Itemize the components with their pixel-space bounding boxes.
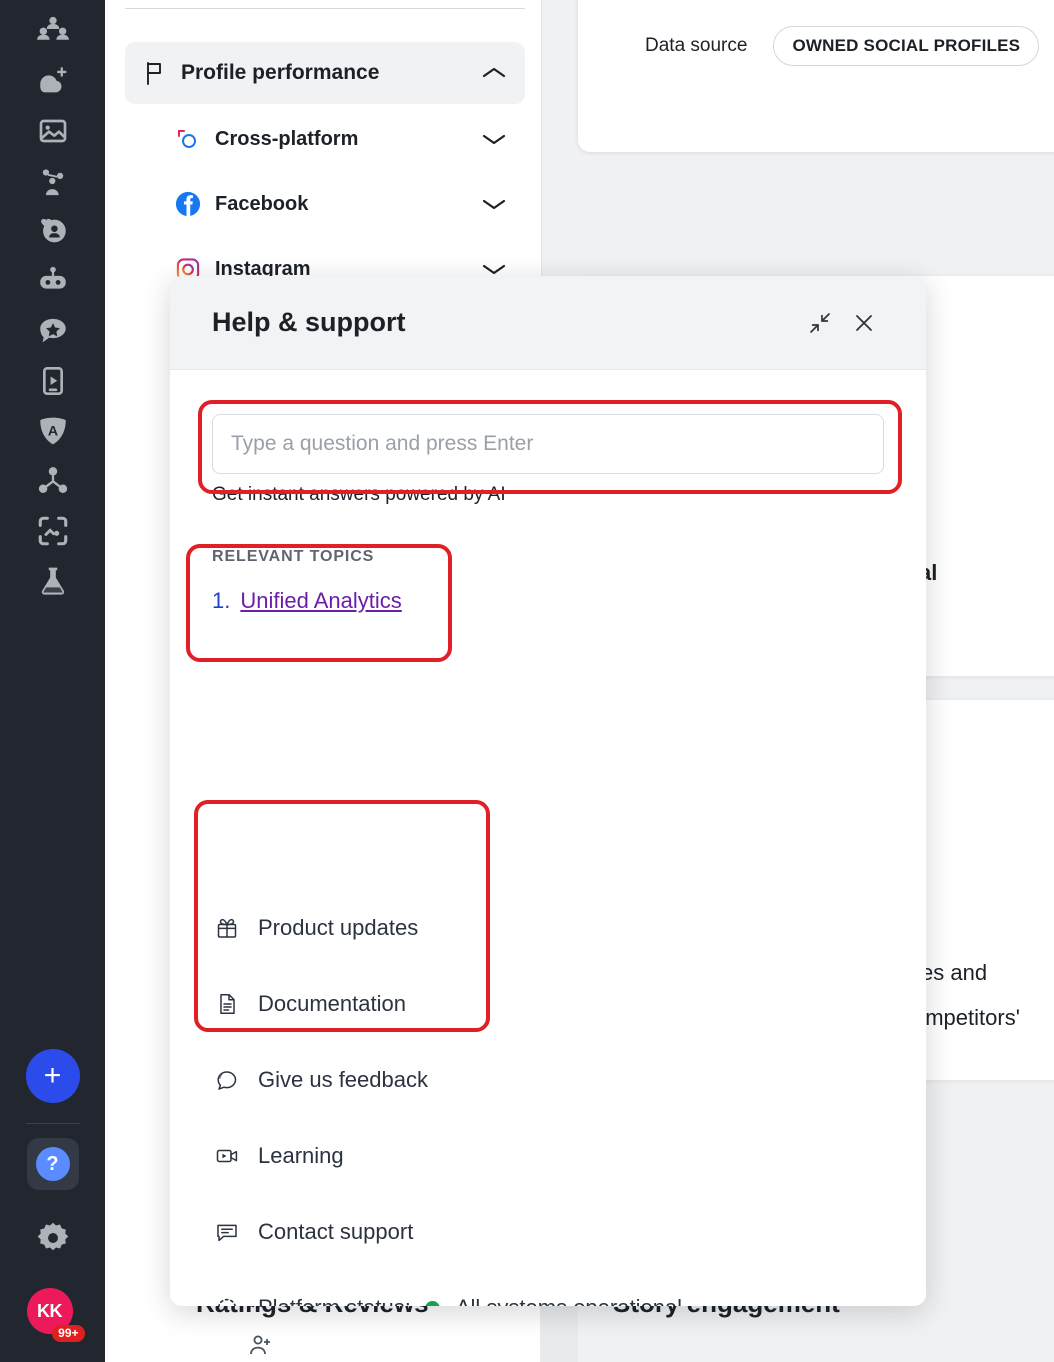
- community-icon[interactable]: [28, 6, 78, 56]
- sidebar-item-label: Facebook: [215, 192, 309, 215]
- engagement-heart-icon[interactable]: [28, 206, 78, 256]
- speech-bubble-icon: [212, 1068, 242, 1092]
- search-caption: Get instant answers powered by AI: [212, 484, 506, 505]
- menu-item-documentation[interactable]: Documentation: [212, 966, 872, 1042]
- background-text-fragment-3: ompetitors': [913, 1005, 1020, 1030]
- menu-item-label: Documentation: [258, 991, 406, 1016]
- menu-item-label: Learning: [258, 1143, 344, 1168]
- help-support-modal: Help & support Get instant answers power…: [170, 276, 926, 1306]
- background-text-fragment-2: es and: [921, 960, 988, 985]
- search-input[interactable]: [212, 414, 884, 474]
- relevant-topics-heading: RELEVANT TOPICS: [212, 548, 375, 565]
- add-button[interactable]: +: [25, 1049, 80, 1103]
- relevant-topics-list: 1. Unified Analytics: [212, 588, 884, 614]
- chevron-down-icon[interactable]: [481, 131, 507, 147]
- facebook-icon: [175, 191, 201, 217]
- video-camera-icon: [212, 1144, 242, 1168]
- settings-button[interactable]: [27, 1214, 79, 1266]
- gear-icon: [35, 1220, 71, 1261]
- question-mark-icon: ?: [35, 1147, 70, 1181]
- rail-divider: [25, 1123, 80, 1124]
- modal-title: Help & support: [212, 307, 406, 337]
- media-image-icon[interactable]: [28, 106, 78, 156]
- menu-item-learning[interactable]: Learning: [212, 1118, 872, 1194]
- list-item[interactable]: 1. Unified Analytics: [212, 588, 884, 614]
- influencer-network-icon[interactable]: [28, 156, 78, 206]
- platform-status-label: Platform status:: [258, 1295, 411, 1306]
- notification-badge: 99+: [52, 1324, 85, 1342]
- nav-section-profile-performance[interactable]: Profile performance: [125, 42, 525, 104]
- nav-divider: [125, 8, 525, 9]
- gift-icon: [212, 916, 242, 940]
- flag-icon: [143, 60, 167, 86]
- menu-item-product-updates[interactable]: Product updates: [212, 890, 872, 966]
- chevron-down-icon[interactable]: [481, 196, 507, 212]
- svg-text:A: A: [47, 423, 57, 439]
- lab-flask-icon[interactable]: [28, 556, 78, 606]
- add-button-label: +: [43, 1059, 62, 1092]
- topic-number: 1.: [212, 588, 231, 613]
- left-rail: A + ? KK 99+: [0, 0, 105, 1362]
- collapse-arrows-icon[interactable]: [798, 301, 842, 345]
- menu-item-label: Contact support: [258, 1219, 414, 1244]
- data-source-pill[interactable]: OWNED SOCIAL PROFILES: [773, 26, 1040, 66]
- mobile-video-icon[interactable]: [28, 356, 78, 406]
- sidebar-item-label: Cross-platform: [215, 127, 359, 150]
- help-support-button[interactable]: ?: [26, 1138, 79, 1190]
- platform-status-row: Platform status: All systems operational: [212, 1270, 872, 1306]
- menu-item-label: Give us feedback: [258, 1067, 428, 1092]
- nav-section-label: Profile performance: [181, 61, 380, 84]
- modal-body: Get instant answers powered by AI RELEVA…: [170, 370, 926, 1306]
- menu-item-label: Product updates: [258, 915, 419, 940]
- chevron-down-icon[interactable]: [481, 261, 507, 277]
- platform-status-value: All systems operational: [456, 1295, 682, 1306]
- close-icon[interactable]: [842, 301, 886, 345]
- sidebar-item-cross-platform[interactable]: Cross-platform: [125, 114, 525, 164]
- bot-icon[interactable]: [28, 256, 78, 306]
- data-source-label: Data source: [645, 35, 748, 56]
- menu-item-contact-support[interactable]: Contact support: [212, 1194, 872, 1270]
- topic-link[interactable]: Unified Analytics: [240, 588, 401, 614]
- chevron-up-icon[interactable]: [481, 65, 507, 81]
- review-star-bubble-icon[interactable]: [28, 306, 78, 356]
- data-source-card: Data source OWNED SOCIAL PROFILES: [578, 0, 1054, 152]
- modal-header: Help & support: [170, 276, 926, 370]
- avatar[interactable]: KK 99+: [23, 1288, 85, 1348]
- chat-lines-icon: [212, 1220, 242, 1244]
- image-recognition-icon[interactable]: [28, 506, 78, 556]
- cross-platform-icon: [175, 126, 201, 152]
- sidebar-item-facebook[interactable]: Facebook: [125, 179, 525, 229]
- help-menu: Product updates Documentation Give us fe…: [212, 890, 872, 1306]
- publish-add-icon[interactable]: [28, 56, 78, 106]
- relevant-topics-section: RELEVANT TOPICS 1. Unified Analytics: [212, 548, 884, 614]
- status-dots-icon: [212, 1297, 242, 1306]
- menu-item-give-us-feedback[interactable]: Give us feedback: [212, 1042, 872, 1118]
- status-badge: [424, 1300, 440, 1306]
- network-share-icon[interactable]: [28, 456, 78, 506]
- shield-a-icon[interactable]: A: [28, 406, 78, 456]
- document-icon: [212, 992, 242, 1016]
